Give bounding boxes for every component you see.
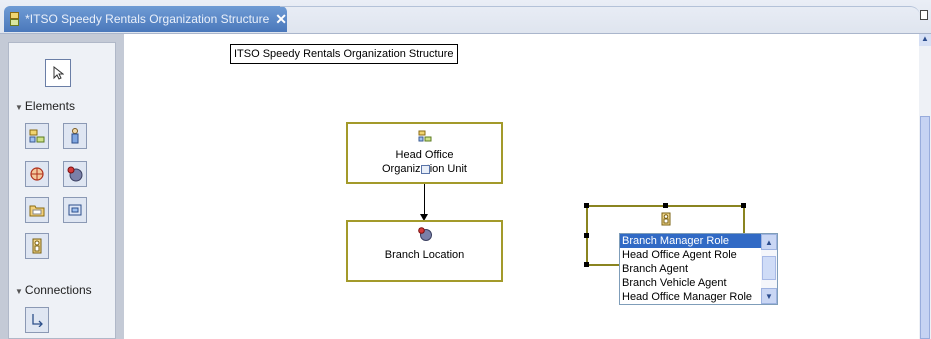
editor-tab-title: *ITSO Speedy Rentals Organization Struct…: [25, 12, 270, 26]
canvas-vertical-scrollbar[interactable]: ▲: [919, 34, 931, 339]
select-tool[interactable]: [45, 59, 71, 87]
maximize-icon[interactable]: [920, 10, 928, 20]
connection-icon: [32, 314, 43, 327]
dropdown-option[interactable]: Branch Manager Role: [620, 234, 762, 248]
connection-line[interactable]: [424, 184, 425, 218]
head-office-node[interactable]: Head Office Organization Unit: [346, 122, 503, 184]
collection-tool[interactable]: [63, 197, 87, 223]
palette-drawer: ▼ Elements ▼ Connections: [8, 42, 116, 339]
dropdown-options: Branch Manager Role Head Office Agent Ro…: [620, 234, 762, 304]
organization-unit-icon: [418, 130, 431, 142]
diagram-canvas[interactable]: ITSO Speedy Rentals Organization Structu…: [124, 34, 919, 339]
collection-icon: [68, 204, 82, 216]
resize-handle[interactable]: [584, 262, 589, 267]
branch-location-label: Branch Location: [384, 249, 465, 261]
scroll-up-icon[interactable]: ▲: [919, 34, 931, 46]
role-icon: [661, 212, 670, 226]
organization-unit-tool[interactable]: [25, 123, 49, 149]
role-tool[interactable]: [25, 233, 49, 259]
collapse-toggle-icon[interactable]: [421, 165, 430, 174]
connection-tool[interactable]: [25, 307, 49, 333]
person-icon: [71, 128, 79, 144]
head-office-label-line1: Head Office: [395, 149, 454, 161]
dropdown-scrollbar[interactable]: ▲ ▼: [761, 234, 777, 304]
dropdown-option[interactable]: Branch Agent: [620, 262, 762, 276]
diagram-title[interactable]: ITSO Speedy Rentals Organization Structu…: [230, 44, 458, 64]
folder-icon: [29, 205, 45, 217]
location-icon: [30, 167, 44, 181]
editor-tab[interactable]: *ITSO Speedy Rentals Organization Struct…: [4, 6, 287, 32]
dropdown-option[interactable]: Head Office Agent Role: [620, 248, 762, 262]
location-pin-tool[interactable]: [63, 161, 87, 187]
scroll-down-icon[interactable]: ▼: [761, 288, 777, 304]
editor-tab-bar: *ITSO Speedy Rentals Organization Struct…: [0, 0, 931, 34]
scroll-up-icon[interactable]: ▲: [761, 234, 777, 250]
resize-handle[interactable]: [663, 203, 668, 208]
scroll-thumb[interactable]: [762, 256, 776, 280]
arrow-pointer-icon: [53, 66, 64, 80]
resize-handle[interactable]: [741, 203, 746, 208]
role-icon: [32, 238, 42, 254]
dropdown-option[interactable]: Branch Vehicle Agent: [620, 276, 762, 290]
resize-handle[interactable]: [584, 203, 589, 208]
organization-unit-icon: [29, 129, 45, 143]
branch-location-node[interactable]: Branch Location: [346, 220, 503, 282]
person-tool[interactable]: [63, 123, 87, 149]
resize-handle[interactable]: [584, 233, 589, 238]
elements-section-header[interactable]: ▼ Elements: [15, 99, 75, 113]
scroll-thumb[interactable]: [920, 116, 930, 339]
palette: ▼ Elements ▼ Connections: [0, 34, 124, 339]
tab-strip: [280, 6, 920, 32]
organization-diagram-icon: [10, 12, 20, 26]
connections-label: Connections: [24, 283, 92, 297]
elements-label: Elements: [24, 99, 75, 113]
connections-section-header[interactable]: ▼ Connections: [15, 283, 92, 297]
expand-triangle-icon: ▼: [15, 287, 23, 296]
dropdown-option[interactable]: Head Office Manager Role: [620, 290, 762, 304]
folder-tool[interactable]: [25, 197, 49, 223]
location-tool[interactable]: [25, 161, 49, 187]
role-name-dropdown-list[interactable]: Branch Manager Role Head Office Agent Ro…: [619, 233, 778, 305]
expand-triangle-icon: ▼: [15, 103, 23, 112]
location-pin-icon: [417, 227, 432, 241]
location-pin-icon: [67, 166, 83, 182]
